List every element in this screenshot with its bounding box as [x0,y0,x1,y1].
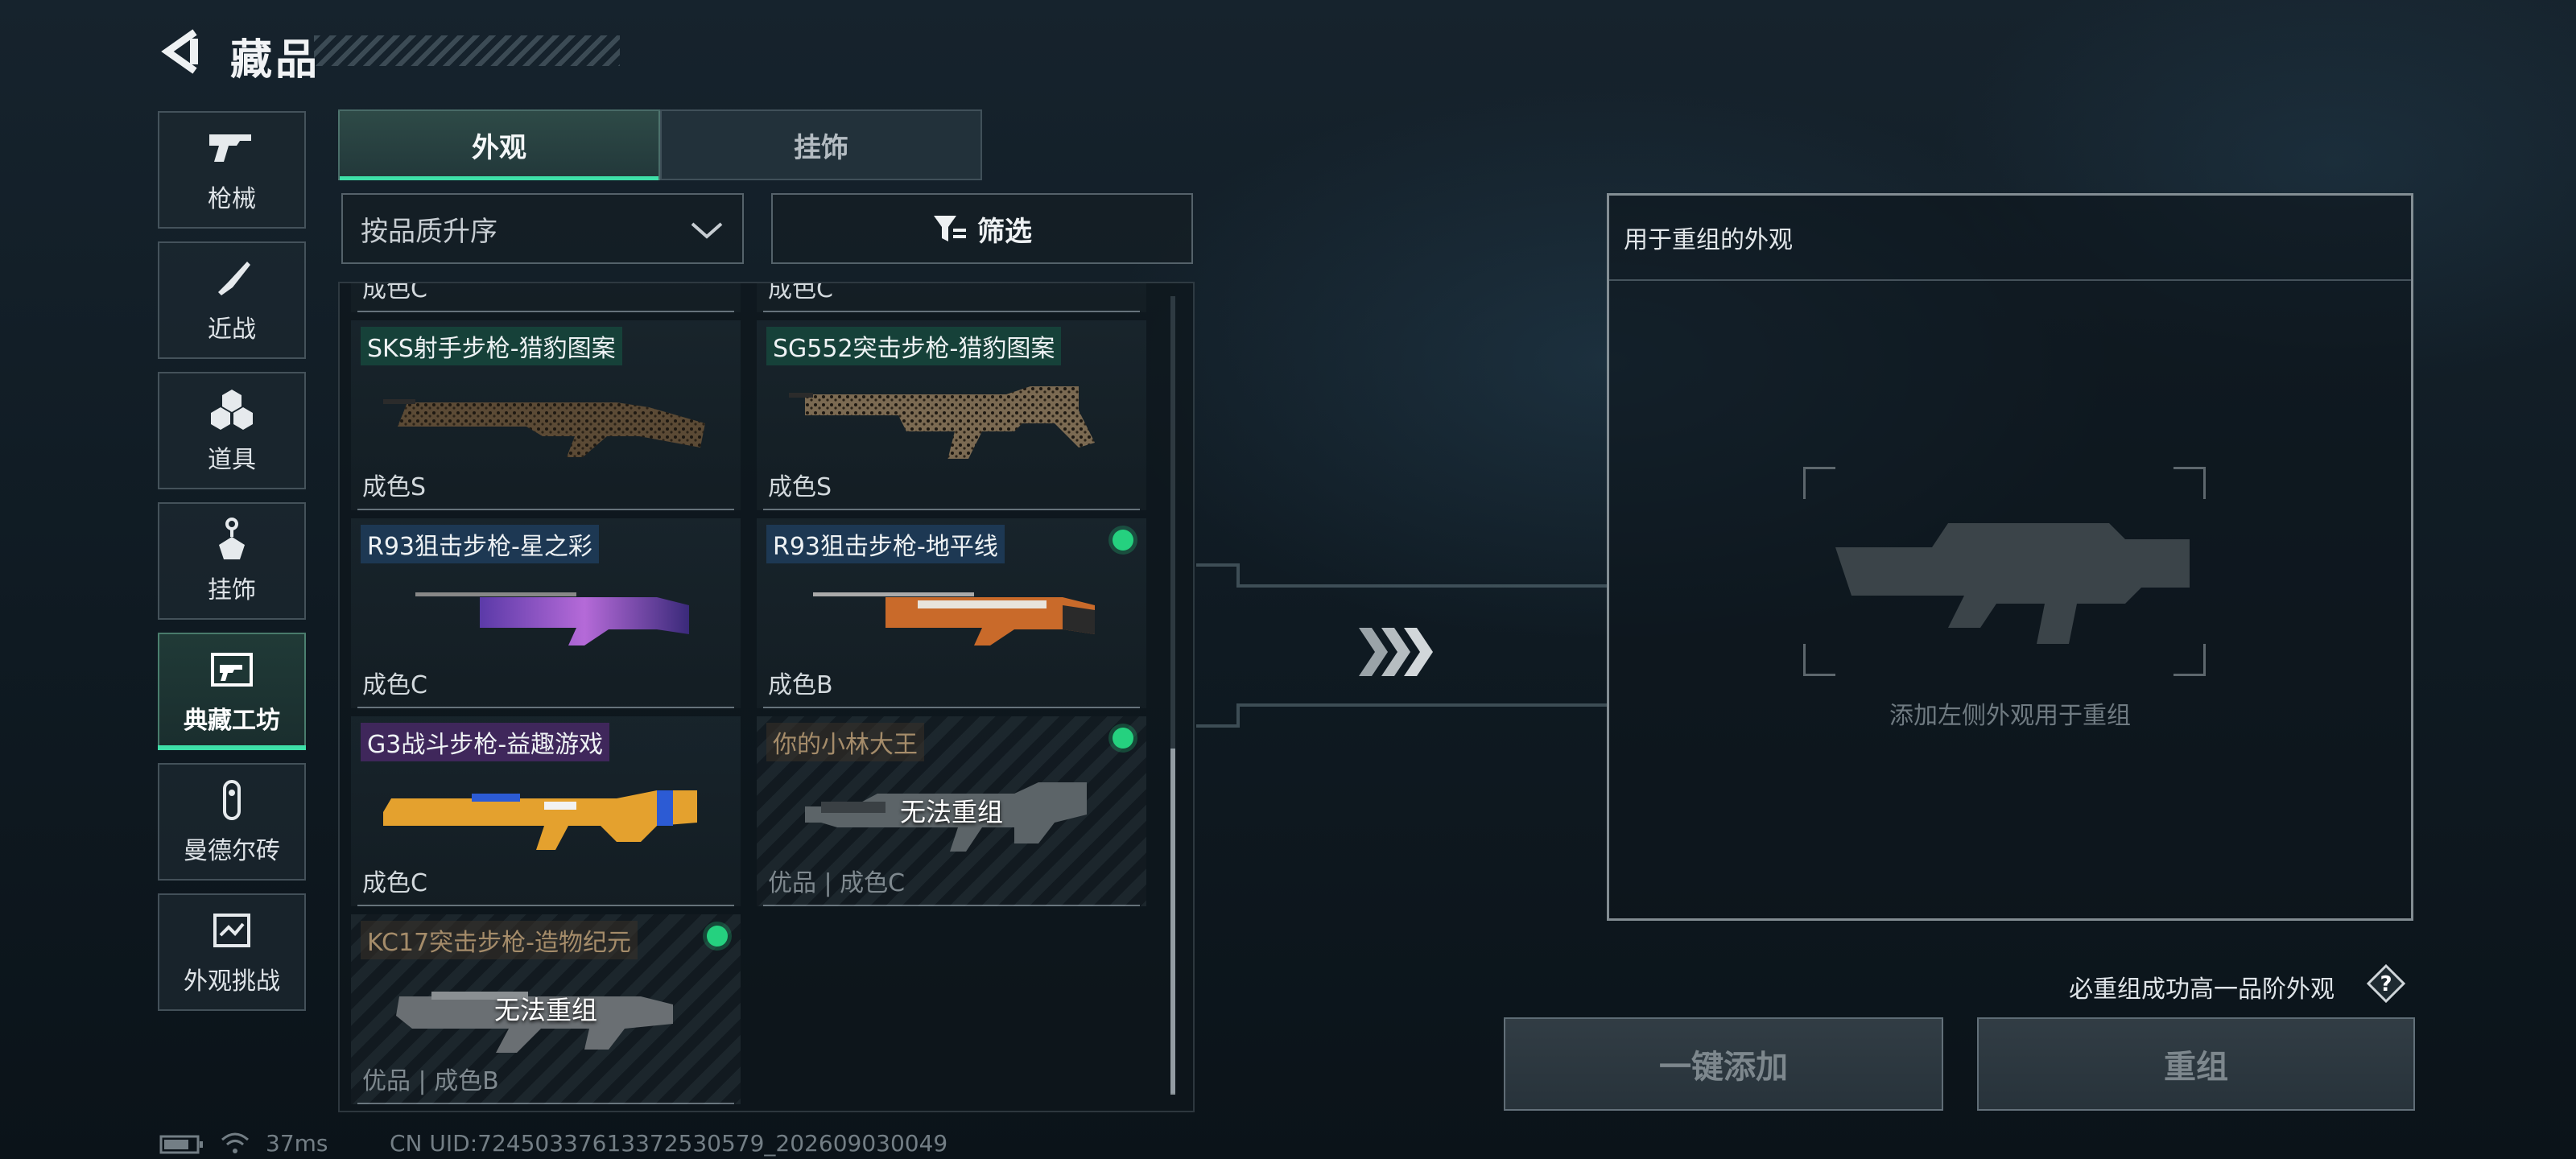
connector-line [1196,724,1236,728]
sidebar-item-label: 近战 [208,316,256,344]
sidebar-item-guns[interactable]: 枪械 [158,111,306,229]
reassemble-button[interactable]: 重组 [1977,1017,2415,1111]
selected-indicator [1113,728,1133,749]
card-grade: 成色C [362,671,427,699]
sidebar-item-label: 外观挑战 [184,967,280,996]
skin-card[interactable]: G3战斗步枪-益趣游戏 成色C [351,716,741,906]
gun-icon [206,126,258,171]
battery-icon [159,1135,203,1154]
chevrons-right-icon [1359,628,1433,676]
sidebar-item-charms[interactable]: 挂饰 [158,502,306,620]
uid-text: CN UID:72450337613372530579_202609030049 [390,1130,948,1157]
card-name: R93狙击步枪-地平线 [766,525,1005,563]
back-button[interactable] [158,27,206,76]
sidebar-item-label: 挂饰 [208,576,256,604]
filter-button[interactable]: 筛选 [771,193,1193,264]
tab-appearance[interactable]: 外观 [338,109,660,180]
sks-rifle-image [383,399,705,457]
title-decoration [314,35,620,66]
card-grade: 成色B [768,671,833,699]
connector-line [1240,703,1607,707]
list-scroll-thumb[interactable] [1170,749,1175,1095]
filter-icon [934,216,966,241]
back-arrow-icon [161,29,198,74]
add-all-button[interactable]: 一键添加 [1504,1017,1943,1111]
sidebar-item-label: 曼德尔砖 [184,837,280,865]
connector-line [1240,584,1607,588]
wifi-icon [221,1132,249,1153]
card-grade: 成色S [362,473,427,501]
connector-line [1196,563,1236,567]
brick-icon [206,777,258,823]
reassemble-panel-title: 用于重组的外观 [1609,196,2411,281]
skin-card-disabled[interactable]: 你的小林大王 无法重组 优品 | 成色C [757,716,1146,906]
selected-indicator [1113,530,1133,551]
card-grade: 成色C [768,282,833,303]
sidebar-item-label: 枪械 [208,185,256,213]
skin-card[interactable]: SKS射手步枪-猎豹图案 成色S [351,320,741,510]
sg552-rifle-image [789,386,1095,459]
workshop-icon [206,647,258,692]
card-name: R93狙击步枪-星之彩 [361,525,599,563]
help-button[interactable]: ? [2366,963,2406,1004]
sidebar-item-label: 道具 [208,446,256,474]
grenades-icon [206,386,258,431]
skin-card[interactable]: SG552突击步枪-猎豹图案 成色S [757,320,1146,510]
card-name: G3战斗步枪-益趣游戏 [361,723,610,761]
sidebar-item-label: 典藏工坊 [184,707,280,735]
card-grade: 优品 | 成色C [768,869,906,897]
empty-slot-rifle-icon[interactable] [1803,467,2206,676]
question-icon: ? [2366,963,2406,1004]
connector-line [1236,703,1240,728]
filter-button-label: 筛选 [977,215,1032,248]
chevron-down-icon [691,222,723,239]
skin-card[interactable]: R93狙击步枪-星之彩 成色C [351,518,741,708]
challenge-icon [206,908,258,953]
knife-icon [206,256,258,301]
reassemble-button-label: 重组 [2164,1049,2228,1086]
sidebar-item-skin-challenge[interactable]: 外观挑战 [158,893,306,1011]
skin-card-partial[interactable]: 成色C [757,282,1146,312]
svg-text:?: ? [2380,972,2392,996]
tab-charms[interactable]: 挂饰 [660,109,982,180]
skin-card-partial[interactable]: 成色C [351,282,741,312]
sort-dropdown[interactable]: 按品质升序 [341,193,744,264]
sort-dropdown-label: 按品质升序 [361,215,497,248]
g3-nerf-image [383,790,697,850]
r93-galaxy-image [415,592,689,645]
card-name: SKS射手步枪-猎豹图案 [361,327,622,365]
sidebar-item-mandel-brick[interactable]: 曼德尔砖 [158,763,306,881]
cannot-reassemble-label: 无法重组 [899,797,1003,827]
card-name: KC17突击步枪-造物纪元 [361,921,638,959]
card-grade: 成色C [362,282,427,303]
skin-card[interactable]: R93狙击步枪-地平线 成色B [757,518,1146,708]
card-grade: 成色S [768,473,832,501]
skin-card-disabled[interactable]: KC17突击步枪-造物纪元 无法重组 优品 | 成色B [351,914,741,1104]
sidebar-item-melee[interactable]: 近战 [158,241,306,359]
card-grade: 优品 | 成色B [362,1067,499,1095]
selected-indicator [707,926,728,947]
empty-slot-hint: 添加左侧外观用于重组 [1889,702,2131,730]
cannot-reassemble-label: 无法重组 [493,995,597,1025]
sidebar-item-items[interactable]: 道具 [158,372,306,489]
reassemble-rule-text: 必重组成功高一品阶外观 [2069,975,2334,1004]
page-title: 藏品 [230,36,321,85]
sidebar-item-workshop[interactable]: 典藏工坊 [158,633,306,750]
r93-horizon-image [813,592,1095,645]
charm-icon [206,517,258,562]
card-name: SG552突击步枪-猎豹图案 [766,327,1062,365]
card-name: 你的小林大王 [766,723,924,761]
add-all-button-label: 一键添加 [1659,1049,1788,1086]
skin-list-panel[interactable]: 成色C 成色C SKS射手步枪-猎豹图案 成色S SG552突击步枪-猎豹图案 … [338,282,1195,1112]
card-grade: 成色C [362,869,427,897]
ping-text: 37ms [266,1130,328,1157]
